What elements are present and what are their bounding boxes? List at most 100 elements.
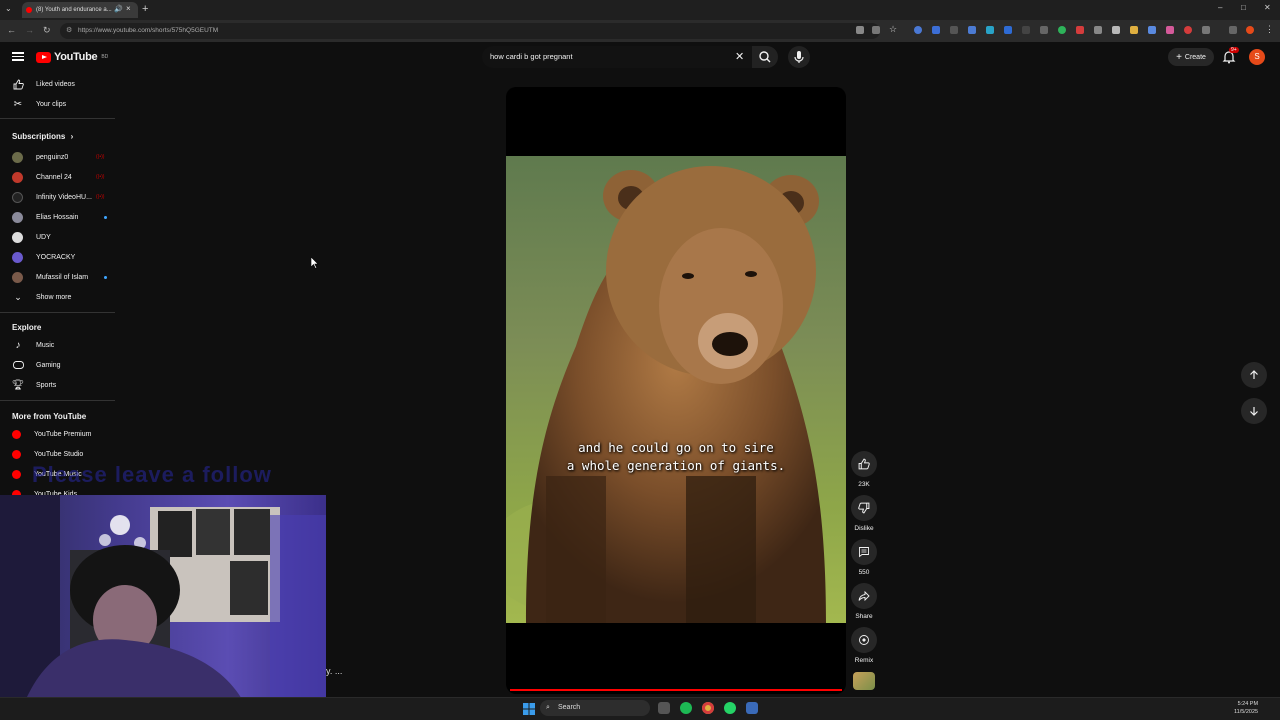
- back-icon[interactable]: ←: [7, 25, 16, 35]
- youtube-logo[interactable]: YouTube BD: [36, 51, 108, 63]
- subscriptions-heading[interactable]: Subscriptions ›: [12, 132, 73, 141]
- hamburger-menu-icon[interactable]: [12, 50, 24, 62]
- sidebar-divider: [0, 118, 115, 119]
- sidebar-item-label: YouTube Studio: [34, 450, 84, 458]
- windows-start-icon[interactable]: [523, 702, 535, 720]
- extension-icon[interactable]: [1112, 26, 1120, 34]
- steam-icon[interactable]: [746, 702, 758, 714]
- remix-label: Remix: [854, 657, 874, 664]
- maximize-button[interactable]: □: [1241, 3, 1246, 12]
- sidebar-item-label: Channel 24: [36, 173, 72, 181]
- extension-icon[interactable]: [914, 26, 922, 34]
- browser-tab[interactable]: (8) Youth and endurance a... 🔊 ×: [22, 2, 138, 18]
- like-count: 23K: [858, 481, 870, 488]
- account-avatar[interactable]: S: [1249, 49, 1265, 65]
- extension-icon[interactable]: [1166, 26, 1174, 34]
- tab-list-icon[interactable]: ⌄: [5, 4, 12, 13]
- side-panel-icon[interactable]: [1229, 26, 1237, 34]
- remix-button[interactable]: Remix: [850, 627, 878, 664]
- show-more-button[interactable]: ⌄ Show more: [8, 288, 112, 306]
- minimize-button[interactable]: –: [1218, 3, 1222, 12]
- extension-icon[interactable]: [1040, 26, 1048, 34]
- like-button[interactable]: 23K: [850, 451, 878, 488]
- extension-icon[interactable]: [1022, 26, 1030, 34]
- dislike-button[interactable]: Dislike: [850, 495, 878, 532]
- sidebar-item-music[interactable]: ♪ Music: [8, 336, 112, 354]
- clear-search-icon[interactable]: ✕: [735, 50, 744, 63]
- create-button[interactable]: + Create: [1168, 48, 1214, 66]
- search-icon: [759, 51, 771, 63]
- extension-icon[interactable]: [950, 26, 958, 34]
- voice-search-button[interactable]: [788, 46, 810, 68]
- sidebar-item-your-clips[interactable]: ✂ Your clips: [8, 95, 112, 113]
- extension-icon[interactable]: [1130, 26, 1138, 34]
- music-note-icon: ♪: [15, 339, 21, 351]
- url-text: https://www.youtube.com/shorts/575hQ5GEU…: [78, 27, 219, 34]
- sound-thumbnail[interactable]: [853, 672, 875, 690]
- task-view-icon[interactable]: [658, 702, 670, 714]
- url-input[interactable]: ⚙ https://www.youtube.com/shorts/575hQ5G…: [60, 23, 880, 39]
- taskbar-search[interactable]: ⌕ Search: [540, 700, 650, 716]
- extensions-puzzle-icon[interactable]: [1202, 26, 1210, 34]
- chrome-icon[interactable]: [702, 702, 714, 714]
- video-progress-bar[interactable]: [510, 689, 842, 691]
- sidebar-item-label: YOCRACKY: [36, 253, 76, 261]
- sidebar-item-label: penguinz0: [36, 153, 69, 161]
- profile-icon[interactable]: [1246, 26, 1254, 34]
- sidebar-item-subscription[interactable]: UDY: [8, 228, 112, 246]
- shorts-player[interactable]: and he could go on to sire a whole gener…: [506, 87, 846, 694]
- sidebar-item-gaming[interactable]: Gaming: [8, 356, 112, 374]
- sidebar-item-subscription[interactable]: Mufassil of Islam: [8, 268, 112, 286]
- extension-icon[interactable]: [932, 26, 940, 34]
- extension-icon[interactable]: [1058, 26, 1066, 34]
- comments-button[interactable]: 550: [850, 539, 878, 576]
- comment-count: 550: [858, 569, 870, 576]
- sidebar-item-subscription[interactable]: YOCRACKY: [8, 248, 112, 266]
- bookmark-star-icon[interactable]: ☆: [889, 24, 897, 35]
- chevron-right-icon: ›: [70, 132, 74, 141]
- sidebar-item-liked-videos[interactable]: Liked videos: [8, 75, 112, 93]
- channel-avatar: [12, 251, 23, 263]
- truncated-text: y. ...: [326, 666, 343, 676]
- thumbs-down-icon: [851, 495, 877, 521]
- tab-close-icon[interactable]: ×: [126, 4, 131, 13]
- site-info-icon[interactable]: ⚙: [66, 23, 72, 39]
- sidebar-item-label: Liked videos: [36, 80, 75, 88]
- extension-icon[interactable]: [1184, 26, 1192, 34]
- extension-icon[interactable]: [1094, 26, 1102, 34]
- reload-icon[interactable]: ↻: [43, 25, 51, 36]
- sidebar-item-subscription[interactable]: Infinity VideoHU... ((•)): [8, 188, 112, 206]
- previous-short-button[interactable]: [1241, 362, 1267, 388]
- close-window-button[interactable]: ✕: [1264, 3, 1271, 12]
- channel-avatar: [12, 231, 23, 243]
- youtube-premium-icon: [12, 429, 21, 439]
- whatsapp-icon[interactable]: [724, 702, 736, 714]
- sidebar-item-subscription[interactable]: penguinz0 ((•)): [8, 148, 112, 166]
- extension-icon[interactable]: [968, 26, 976, 34]
- channel-avatar: [12, 171, 23, 183]
- next-short-button[interactable]: [1241, 398, 1267, 424]
- speaker-icon[interactable]: 🔊: [114, 5, 123, 13]
- spotify-icon[interactable]: [680, 702, 692, 714]
- search-button[interactable]: [752, 46, 778, 68]
- translate-icon[interactable]: [872, 26, 880, 34]
- extension-icon[interactable]: [1004, 26, 1012, 34]
- new-tab-button[interactable]: +: [142, 3, 148, 15]
- search-input[interactable]: how cardi b got pregnant: [482, 46, 752, 68]
- sidebar-item-subscription[interactable]: Channel 24 ((•)): [8, 168, 112, 186]
- clock-time: 5:24 PM: [1237, 701, 1259, 707]
- extension-icon[interactable]: [1076, 26, 1084, 34]
- sidebar-item-subscription[interactable]: Elias Hossain: [8, 208, 112, 226]
- youtube-favicon-icon: [26, 7, 32, 13]
- browser-menu-icon[interactable]: ⋮: [1265, 24, 1274, 35]
- sidebar-item-youtube-studio[interactable]: YouTube Studio: [8, 445, 112, 463]
- sidebar-item-youtube-premium[interactable]: YouTube Premium: [8, 425, 112, 443]
- forward-icon[interactable]: →: [25, 25, 34, 35]
- extension-icon[interactable]: [986, 26, 994, 34]
- extension-icon[interactable]: [1148, 26, 1156, 34]
- sidebar-item-sports[interactable]: 🏆︎ Sports: [8, 376, 112, 394]
- sidebar-item-label: Sports: [36, 381, 57, 389]
- cast-icon[interactable]: [856, 26, 864, 34]
- share-button[interactable]: Share: [850, 583, 878, 620]
- taskbar-clock[interactable]: 5:24 PM 11/5/2025: [1234, 700, 1258, 716]
